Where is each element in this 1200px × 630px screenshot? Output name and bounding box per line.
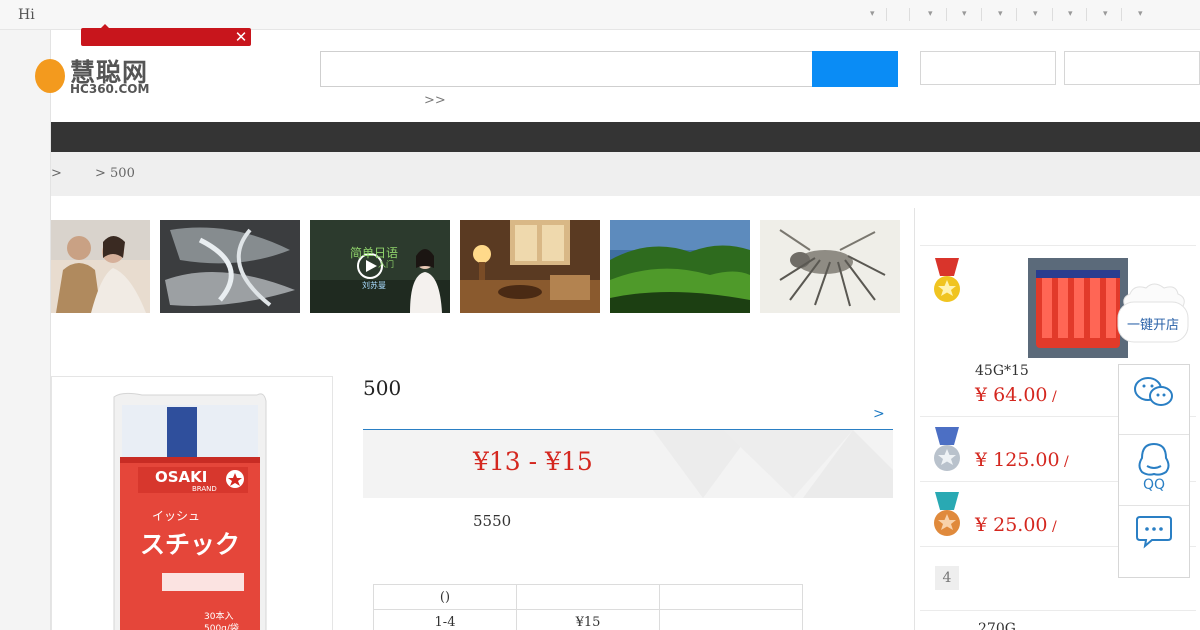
package-jp-text: スチック — [140, 530, 241, 559]
gold-medal-icon — [934, 258, 960, 302]
banner-ad-glass[interactable] — [160, 220, 300, 313]
separator — [946, 8, 947, 21]
price-tier-table: () 1-4 ¥15 — [373, 584, 803, 630]
header-button-2[interactable] — [1064, 51, 1200, 85]
table-cell: 1-4 — [373, 609, 517, 630]
banner-ad-landscape[interactable] — [610, 220, 750, 313]
bronze-medal-icon — [934, 492, 960, 536]
open-shop-button[interactable]: 一键开店 — [1118, 314, 1188, 333]
qq-label[interactable]: QQ — [1118, 477, 1190, 493]
package-jp-top: イッシュ — [152, 509, 201, 523]
right-panel-divider — [914, 208, 915, 630]
dropdown-caret-icon[interactable]: ▾ — [870, 9, 880, 19]
top-product-name[interactable]: 45G*15 — [975, 363, 1029, 379]
wechat-button[interactable] — [1119, 365, 1189, 435]
search-input[interactable] — [320, 51, 812, 87]
banner-ad-video[interactable]: 简单日语 入门 刘苏曼 — [310, 220, 450, 313]
table-cell — [659, 609, 803, 630]
package-weight: 500g/袋 — [204, 624, 239, 630]
search-button[interactable] — [812, 51, 898, 87]
table-header-cell — [659, 584, 803, 610]
separator — [1121, 8, 1122, 21]
breadcrumb — [51, 152, 1200, 196]
separator — [981, 8, 982, 21]
main-nav-bar — [51, 122, 1200, 152]
wechat-icon — [1134, 377, 1173, 406]
video-presenter: 刘苏曼 — [362, 281, 386, 290]
product-title: 500 — [363, 376, 402, 400]
dropdown-caret-icon[interactable]: ▾ — [998, 9, 1008, 19]
table-row: 1-4 ¥15 — [373, 609, 803, 630]
banner-ad-insect[interactable] — [760, 220, 900, 313]
third-product-price: ¥ 25.00 / — [975, 514, 1057, 536]
dropdown-caret-icon[interactable]: ▾ — [962, 9, 972, 19]
crab-stick-pack-icon — [1028, 258, 1128, 358]
separator — [1016, 8, 1017, 21]
crab-stick-package-icon — [52, 377, 332, 630]
next-product-name[interactable]: 270G — [978, 621, 1016, 630]
banner-ad-hotel[interactable] — [460, 220, 600, 313]
separator — [886, 8, 887, 21]
product-main-image[interactable]: OSAKI BRAND イッシュ スチック 30本入 500g/袋 — [51, 376, 333, 630]
greeting-text: Hi — [18, 7, 35, 23]
second-product-price: ¥ 125.00 / — [975, 449, 1069, 471]
sold-count: 5550 — [473, 512, 512, 530]
separator — [909, 8, 910, 21]
floating-contact-bar — [1118, 364, 1190, 578]
close-icon[interactable]: ✕ — [233, 29, 249, 45]
logo-domain[interactable]: HC360.COM — [70, 82, 149, 96]
glass-sculpture-icon — [160, 220, 300, 313]
open-shop-cloud-icon[interactable] — [1116, 280, 1190, 344]
price-panel — [363, 430, 893, 498]
package-brand-sub: BRAND — [192, 485, 217, 493]
green-hills-icon — [610, 220, 750, 313]
left-strip — [0, 30, 51, 630]
table-header-cell — [516, 584, 660, 610]
table-cell: ¥15 — [516, 609, 660, 630]
hotel-room-icon — [460, 220, 600, 313]
qq-button[interactable] — [1119, 436, 1189, 506]
price-panel-pattern — [653, 430, 893, 498]
dropdown-caret-icon[interactable]: ▾ — [1033, 9, 1043, 19]
notice-banner — [81, 28, 251, 46]
banner-ad-wedding[interactable] — [51, 220, 150, 313]
dropdown-caret-icon[interactable]: ▾ — [1138, 9, 1148, 19]
table-header-row: () — [373, 584, 803, 610]
metal-insect-icon — [760, 220, 900, 313]
divider — [920, 610, 1196, 611]
video-subtitle: 入门 — [378, 260, 394, 269]
dropdown-caret-icon[interactable]: ▾ — [1068, 9, 1078, 19]
message-button[interactable] — [1119, 507, 1189, 577]
top-product-price: ¥ 64.00 / — [975, 384, 1057, 406]
dropdown-caret-icon[interactable]: ▾ — [928, 9, 938, 19]
breadcrumb-item[interactable]: > — [51, 166, 62, 181]
breadcrumb-current[interactable]: > 500 — [95, 166, 135, 181]
chat-bubble-icon — [1136, 516, 1172, 549]
dropdown-caret-icon[interactable]: ▾ — [1103, 9, 1113, 19]
divider — [920, 245, 1196, 246]
header-button-1[interactable] — [920, 51, 1056, 85]
separator — [1052, 8, 1053, 21]
package-brand: OSAKI — [155, 468, 208, 486]
product-more-link[interactable]: > — [873, 406, 885, 422]
product-price-range: ¥13 - ¥15 — [473, 447, 593, 476]
separator — [1086, 8, 1087, 21]
table-header-cell: () — [373, 584, 517, 610]
wedding-photo-icon — [51, 220, 150, 313]
hot-search-more-link[interactable]: >> — [424, 93, 446, 108]
rank-number-badge: 4 — [935, 566, 959, 590]
silver-medal-icon — [934, 427, 960, 471]
top-product-thumbnail[interactable] — [1028, 258, 1128, 358]
top-bar: Hi ▾ ▾ ▾ ▾ ▾ ▾ ▾ ▾ — [0, 0, 1200, 30]
logo-mark-icon[interactable] — [35, 59, 65, 93]
